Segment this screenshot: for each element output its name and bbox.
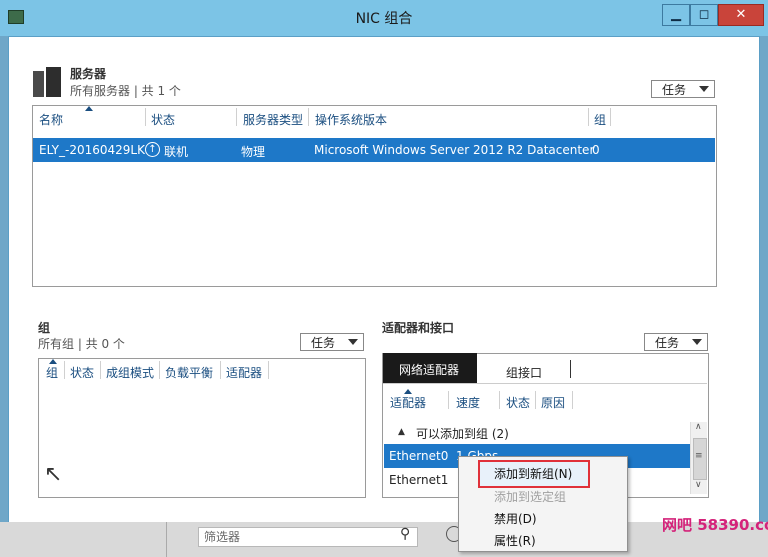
servers-subtitle: 所有服务器 | 共 1 个 xyxy=(70,84,181,98)
col-divider xyxy=(64,361,65,379)
teams-subtitle: 所有组 | 共 0 个 xyxy=(38,337,125,351)
adapters-title: 适配器和接口 xyxy=(382,321,455,335)
chevron-down-icon xyxy=(692,339,702,345)
sort-asc-icon xyxy=(85,106,93,111)
tab-underline xyxy=(383,383,707,384)
server-status: 联机 xyxy=(164,145,189,159)
server-team: 0 xyxy=(592,143,600,157)
col-divider xyxy=(268,361,269,379)
window-title: NIC 组合 xyxy=(355,11,413,27)
col-divider xyxy=(535,391,536,409)
grip-icon: ≡ xyxy=(695,451,703,461)
col-divider xyxy=(220,361,221,379)
watermark: 网吧 58390.com xyxy=(662,516,768,534)
scroll-up-icon[interactable]: ∧ xyxy=(695,422,702,432)
minimize-button[interactable]: ▁ xyxy=(662,4,690,26)
teams-title: 组 xyxy=(38,321,51,335)
col-divider xyxy=(610,108,611,126)
server-type: 物理 xyxy=(241,145,266,159)
task-label: 任务 xyxy=(662,83,687,97)
tab-label: 网络适配器 xyxy=(399,363,460,377)
col-load-balancing[interactable]: 负载平衡 xyxy=(165,364,213,381)
col-speed[interactable]: 速度 xyxy=(456,394,480,411)
tab-team-interfaces[interactable]: 组接口 xyxy=(506,364,542,381)
tab-network-adapters[interactable]: 网络适配器 xyxy=(383,353,477,383)
servers-task-button[interactable]: 任务 xyxy=(651,80,715,98)
online-arrow-icon: ↑ xyxy=(145,142,160,157)
col-name[interactable]: 名称 xyxy=(39,111,63,128)
group-header: 可以添加到组 (2) xyxy=(416,427,509,441)
maximize-button[interactable]: ◻ xyxy=(690,4,718,26)
teams-task-button[interactable]: 任务 xyxy=(300,333,364,351)
tab-divider xyxy=(570,360,571,378)
menu-item-properties[interactable]: 属性(R) xyxy=(494,532,536,549)
adapters-scrollbar[interactable]: ∧ ≡ ∨ xyxy=(690,422,707,494)
close-button[interactable]: ✕ xyxy=(718,4,764,26)
mouse-cursor-icon: ↖ xyxy=(44,462,63,487)
adapters-task-button[interactable]: 任务 xyxy=(644,333,708,351)
col-divider xyxy=(588,108,589,126)
chevron-down-icon xyxy=(348,339,358,345)
col-team-name[interactable]: 组 xyxy=(46,364,58,381)
menu-item-disable[interactable]: 禁用(D) xyxy=(494,510,537,527)
server-icon xyxy=(33,67,61,97)
col-divider xyxy=(572,391,573,409)
col-divider xyxy=(236,108,237,126)
col-status[interactable]: 状态 xyxy=(151,111,175,128)
task-label: 任务 xyxy=(655,336,680,350)
col-divider xyxy=(100,361,101,379)
col-adapter[interactable]: 适配器 xyxy=(390,394,426,411)
chevron-down-icon xyxy=(699,86,709,92)
scroll-down-icon[interactable]: ∨ xyxy=(695,480,702,490)
col-team[interactable]: 组 xyxy=(594,111,606,128)
task-label: 任务 xyxy=(311,336,336,350)
col-os-version[interactable]: 操作系统版本 xyxy=(315,111,387,128)
col-adapters[interactable]: 适配器 xyxy=(226,364,262,381)
col-teaming-mode[interactable]: 成组模式 xyxy=(106,364,154,381)
col-divider xyxy=(499,391,500,409)
adapter-name: Ethernet0 xyxy=(389,449,449,463)
collapse-triangle-icon[interactable]: ▲ xyxy=(398,427,405,437)
menu-item-add-to-new-team[interactable]: 添加到新组(N) xyxy=(494,465,572,482)
col-divider xyxy=(308,108,309,126)
col-team-status[interactable]: 状态 xyxy=(70,364,94,381)
col-adapter-status[interactable]: 状态 xyxy=(506,394,530,411)
col-divider xyxy=(145,108,146,126)
servers-title: 服务器 xyxy=(70,67,107,81)
col-reason[interactable]: 原因 xyxy=(541,394,565,411)
bottom-divider xyxy=(166,522,167,557)
table-row[interactable]: ELY_-20160429LK ↑ 联机 物理 Microsoft Window… xyxy=(33,138,715,162)
server-name: ELY_-20160429LK xyxy=(39,143,145,157)
adapter-name: Ethernet1 xyxy=(389,473,449,487)
servers-table xyxy=(32,105,717,287)
server-os: Microsoft Windows Server 2012 R2 Datacen… xyxy=(314,143,595,157)
col-server-type[interactable]: 服务器类型 xyxy=(243,111,303,128)
search-icon[interactable]: ⚲ xyxy=(400,526,410,542)
col-divider xyxy=(159,361,160,379)
menu-item-add-to-selected-team[interactable]: 添加到选定组 xyxy=(494,488,566,505)
filter-placeholder: 筛选器 xyxy=(204,530,241,544)
col-divider xyxy=(448,391,449,409)
